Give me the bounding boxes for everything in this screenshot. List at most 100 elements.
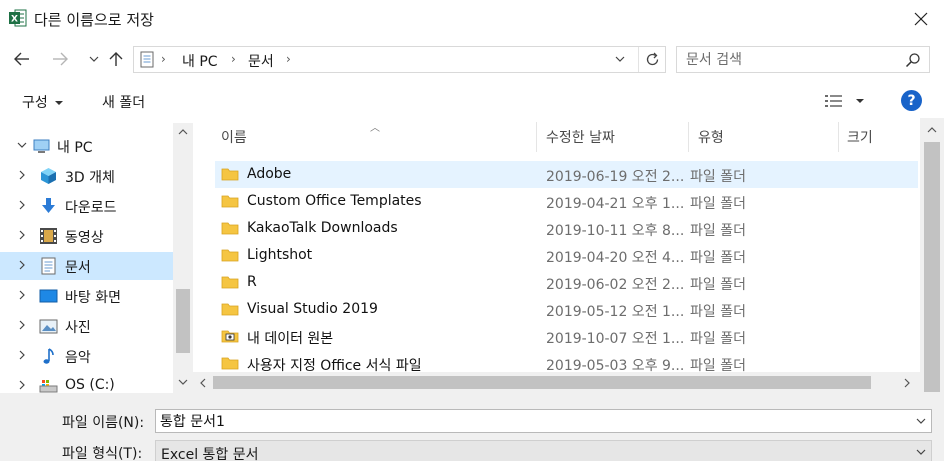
folder-icon (221, 195, 239, 208)
arrow-right-icon (53, 52, 68, 66)
nav-item-desktop[interactable]: 바탕 화면 (0, 282, 173, 310)
up-button[interactable] (104, 47, 128, 71)
file-date: 2019-06-19 오전 2... (546, 169, 684, 185)
file-name: Lightshot (247, 247, 313, 263)
chevron-right-icon[interactable] (16, 169, 28, 181)
nav-item-pictures[interactable]: 사진 (0, 312, 173, 340)
close-button[interactable] (906, 6, 936, 32)
column-header-size[interactable]: 크기 (847, 127, 873, 147)
refresh-button[interactable] (638, 47, 665, 72)
nav-item-documents[interactable]: 문서 (0, 252, 173, 280)
table-row[interactable]: Custom Office Templates 2019-04-21 오후 1.… (215, 188, 918, 215)
table-row[interactable]: Adobe 2019-06-19 오전 2... 파일 폴더 (215, 161, 918, 188)
file-type: 파일 폴더 (690, 196, 746, 212)
document-icon (41, 257, 56, 275)
breadcrumb-this-pc[interactable]: 내 PC (182, 51, 218, 71)
file-type: 파일 폴더 (690, 304, 746, 320)
nav-item-downloads[interactable]: 다운로드 (0, 192, 173, 220)
nav-label: 다운로드 (65, 200, 117, 216)
horizontal-scrollbar-thumb[interactable] (213, 376, 871, 389)
file-type: 파일 폴더 (690, 331, 746, 347)
search-box[interactable] (676, 46, 930, 73)
nav-label: 3D 개체 (65, 170, 115, 186)
download-icon (42, 198, 55, 213)
search-icon[interactable] (905, 52, 921, 68)
table-row[interactable]: KakaoTalk Downloads 2019-10-11 오후 8... 파… (215, 215, 918, 242)
filename-combo[interactable] (155, 409, 932, 433)
column-header-name[interactable]: 이름 (221, 127, 247, 147)
back-button[interactable] (10, 47, 34, 71)
nav-label: 동영상 (65, 230, 104, 246)
nav-item-this-pc[interactable]: 내 PC (0, 132, 173, 160)
chevron-right-icon[interactable] (16, 199, 28, 211)
svg-text:X: X (11, 15, 18, 25)
chevron-down-icon[interactable] (614, 52, 626, 66)
chevron-right-icon[interactable] (16, 319, 28, 331)
breadcrumb-separator[interactable]: › (231, 52, 236, 66)
folder-icon (221, 222, 239, 235)
forward-button[interactable] (48, 47, 72, 71)
column-divider[interactable] (688, 122, 689, 152)
file-name: KakaoTalk Downloads (247, 220, 398, 236)
file-list-scrollbar-thumb[interactable] (924, 142, 940, 392)
file-date: 2019-05-12 오전 1... (546, 304, 684, 320)
file-date: 2019-10-07 오전 1... (546, 331, 684, 347)
file-list: ︿ 이름 수정한 날짜 유형 크기 Adobe 2019-06-19 오전 2.… (193, 118, 920, 393)
file-name: R (247, 274, 257, 290)
table-row[interactable]: Visual Studio 2019 2019-05-12 오전 1... 파일… (215, 296, 918, 323)
chevron-right-icon[interactable] (16, 289, 28, 301)
column-divider[interactable] (536, 122, 537, 152)
filename-input[interactable] (160, 412, 880, 430)
folder-icon (221, 276, 239, 289)
filetype-label: 파일 형식(T): (62, 446, 143, 461)
chevron-down-icon[interactable] (915, 414, 927, 428)
file-list-vertical-scrollbar[interactable] (920, 118, 944, 393)
cube-icon (41, 168, 56, 184)
document-icon (140, 51, 154, 68)
recent-locations-button[interactable] (82, 47, 106, 71)
chevron-down-icon[interactable] (915, 445, 927, 459)
chevron-right-icon[interactable] (16, 379, 28, 391)
view-options-button[interactable] (824, 92, 868, 110)
chevron-down-icon (89, 56, 99, 62)
chevron-right-icon[interactable] (16, 229, 28, 241)
file-date: 2019-06-02 오전 2... (546, 277, 684, 293)
help-button[interactable]: ? (901, 90, 922, 111)
new-folder-button[interactable]: 새 폴더 (102, 92, 145, 112)
nav-item-3d-objects[interactable]: 3D 개체 (0, 162, 173, 190)
file-list-horizontal-scrollbar[interactable] (193, 372, 920, 393)
file-date: 2019-10-11 오후 8... (546, 223, 684, 239)
scroll-up-icon[interactable] (927, 126, 937, 133)
computer-icon (33, 139, 50, 153)
column-header-type[interactable]: 유형 (698, 127, 724, 147)
column-divider[interactable] (838, 122, 839, 152)
table-row[interactable]: R 2019-06-02 오전 2... 파일 폴더 (215, 269, 918, 296)
table-row[interactable]: Lightshot 2019-04-20 오전 4... 파일 폴더 (215, 242, 918, 269)
nav-item-os-drive[interactable]: OS (C:) (0, 372, 173, 393)
address-bar[interactable]: › 내 PC › 문서 › (133, 46, 666, 73)
arrow-left-icon (14, 52, 29, 66)
chevron-right-icon[interactable] (16, 259, 28, 271)
scroll-up-icon[interactable] (178, 128, 188, 135)
nav-scrollbar-thumb[interactable] (176, 289, 190, 353)
scroll-down-icon[interactable] (178, 379, 188, 386)
arrow-up-icon (109, 52, 123, 66)
scroll-left-icon[interactable] (199, 378, 206, 388)
filetype-select[interactable]: Excel 통합 문서 (155, 440, 932, 461)
video-icon (40, 228, 57, 244)
picture-icon (39, 319, 58, 334)
nav-item-videos[interactable]: 동영상 (0, 222, 173, 250)
breadcrumb-separator[interactable]: › (161, 52, 166, 66)
breadcrumb-separator[interactable]: › (286, 52, 291, 66)
search-input[interactable] (686, 51, 886, 69)
table-row[interactable]: 내 데이터 원본 2019-10-07 오전 1... 파일 폴더 (215, 323, 918, 350)
file-name: Custom Office Templates (247, 193, 422, 209)
nav-item-music[interactable]: 음악 (0, 342, 173, 370)
column-header-date[interactable]: 수정한 날짜 (546, 127, 615, 147)
breadcrumb-documents[interactable]: 문서 (248, 51, 274, 71)
scroll-right-icon[interactable] (904, 378, 911, 388)
chevron-down-icon[interactable] (16, 139, 28, 151)
chevron-right-icon[interactable] (16, 349, 28, 361)
organize-button[interactable]: 구성 (22, 92, 64, 112)
nav-scrollbar[interactable] (173, 123, 193, 393)
